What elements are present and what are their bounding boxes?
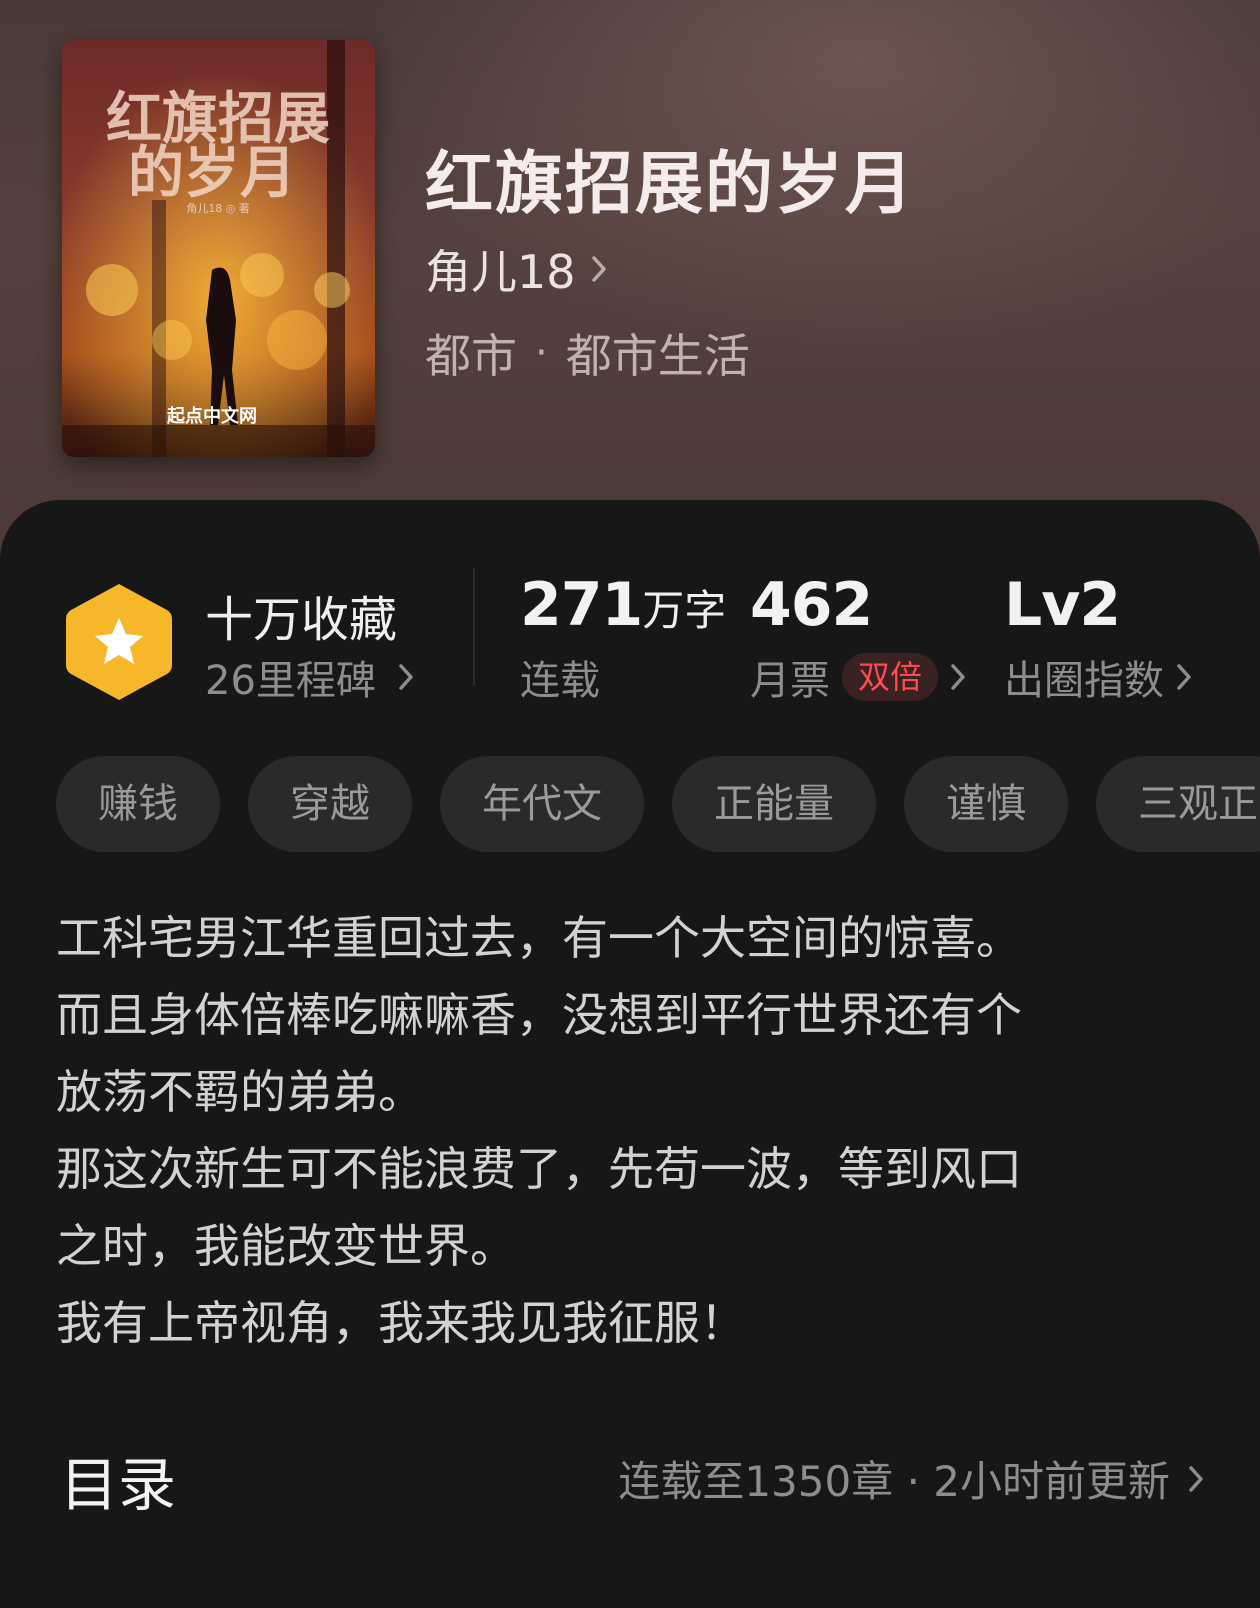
table-of-contents-row[interactable]: 目录 连载至1350章 · 2小时前更新 (0, 1430, 1260, 1520)
chevron-right-icon (951, 664, 965, 690)
book-detail-page: 红旗招展 的岁月 角儿18 ◎ 著 起点中文网 红旗招展的岁月 角儿18 都市 … (0, 0, 1260, 1608)
chevron-right-icon (1189, 1465, 1203, 1492)
description-line: 放荡不羁的弟弟。 (56, 1065, 424, 1119)
author-link[interactable]: 角儿18 (425, 236, 608, 302)
author-name: 角儿18 (425, 245, 576, 299)
genre-row: 都市 · 都市生活 (425, 320, 750, 386)
toc-status-text: 连载至1350章 · 2小时前更新 (618, 1457, 1170, 1506)
book-title: 红旗招展的岁月 (425, 144, 916, 224)
serial-status-label: 连载 (520, 658, 600, 704)
word-count-stat: 271万字 连载 (520, 570, 726, 706)
tag-chip[interactable]: 赚钱 (56, 756, 220, 852)
toc-status: 连载至1350章 · 2小时前更新 (618, 1448, 1204, 1509)
monthly-ticket-value: 462 (750, 570, 873, 640)
monthly-ticket-label: 月票 (750, 658, 830, 704)
popularity-level-value: Lv2 (1004, 570, 1121, 640)
stats-divider (473, 568, 475, 686)
description-line: 之时，我能改变世界。 (56, 1219, 516, 1273)
svg-text:起点中文网: 起点中文网 (166, 405, 257, 427)
tag-chip[interactable]: 年代文 (440, 756, 644, 852)
cover-art: 红旗招展 的岁月 角儿18 ◎ 著 起点中文网 (62, 40, 375, 457)
genre-separator: · (535, 330, 548, 376)
tag-chip[interactable]: 穿越 (248, 756, 412, 852)
tag-chip[interactable]: 谨慎 (904, 756, 1068, 852)
description-line: 而且身体倍棒吃嘛嘛香，没想到平行世界还有个 (56, 988, 1022, 1042)
word-count-value: 271 (520, 570, 643, 640)
svg-text:的岁月: 的岁月 (128, 140, 296, 206)
word-count-unit: 万字 (642, 586, 727, 635)
milestone-label: 26里程碑 (205, 658, 376, 704)
subcategory-link[interactable]: 都市生活 (566, 320, 750, 386)
double-badge: 双倍 (842, 653, 939, 701)
chevron-right-icon (399, 664, 413, 690)
book-header: 红旗招展 的岁月 角儿18 ◎ 著 起点中文网 红旗招展的岁月 角儿18 都市 … (0, 0, 1260, 560)
description-line: 工科宅男江华重回过去，有一个大空间的惊喜。 (56, 911, 1022, 965)
stats-bar: 十万收藏 26里程碑 271万字 连载 462 月票 双倍 Lv2 出圈指数 (0, 500, 1260, 730)
book-cover[interactable]: 红旗招展 的岁月 角儿18 ◎ 著 起点中文网 (62, 40, 375, 457)
book-info-panel: 十万收藏 26里程碑 271万字 连载 462 月票 双倍 Lv2 出圈指数 赚… (0, 500, 1260, 1608)
popularity-index-stat[interactable]: Lv2 出圈指数 (1004, 570, 1192, 706)
category-link[interactable]: 都市 (425, 320, 517, 386)
svg-text:角儿18 ◎ 著: 角儿18 ◎ 著 (186, 201, 250, 215)
tag-list: 赚钱 穿越 年代文 正能量 谨慎 三观正 (56, 756, 1260, 852)
description-line: 我有上帝视角，我来我见我征服！ (56, 1296, 746, 1350)
popularity-index-label: 出圈指数 (1004, 658, 1164, 704)
toc-title: 目录 (60, 1451, 177, 1519)
star-badge-icon (66, 584, 172, 701)
collect-count: 十万收藏 (205, 592, 398, 648)
monthly-ticket-stat[interactable]: 462 月票 双倍 (750, 570, 966, 706)
description-line: 那这次新生可不能浪费了，先苟一波，等到风口 (56, 1142, 1022, 1196)
book-description[interactable]: 工科宅男江华重回过去，有一个大空间的惊喜。 而且身体倍棒吃嘛嘛香，没想到平行世界… (56, 900, 1226, 1362)
chevron-right-icon (591, 256, 606, 282)
milestone-link[interactable]: 26里程碑 (205, 648, 414, 706)
tag-chip[interactable]: 三观正 (1096, 756, 1260, 852)
tag-chip[interactable]: 正能量 (672, 756, 876, 852)
chevron-right-icon (1177, 664, 1191, 690)
